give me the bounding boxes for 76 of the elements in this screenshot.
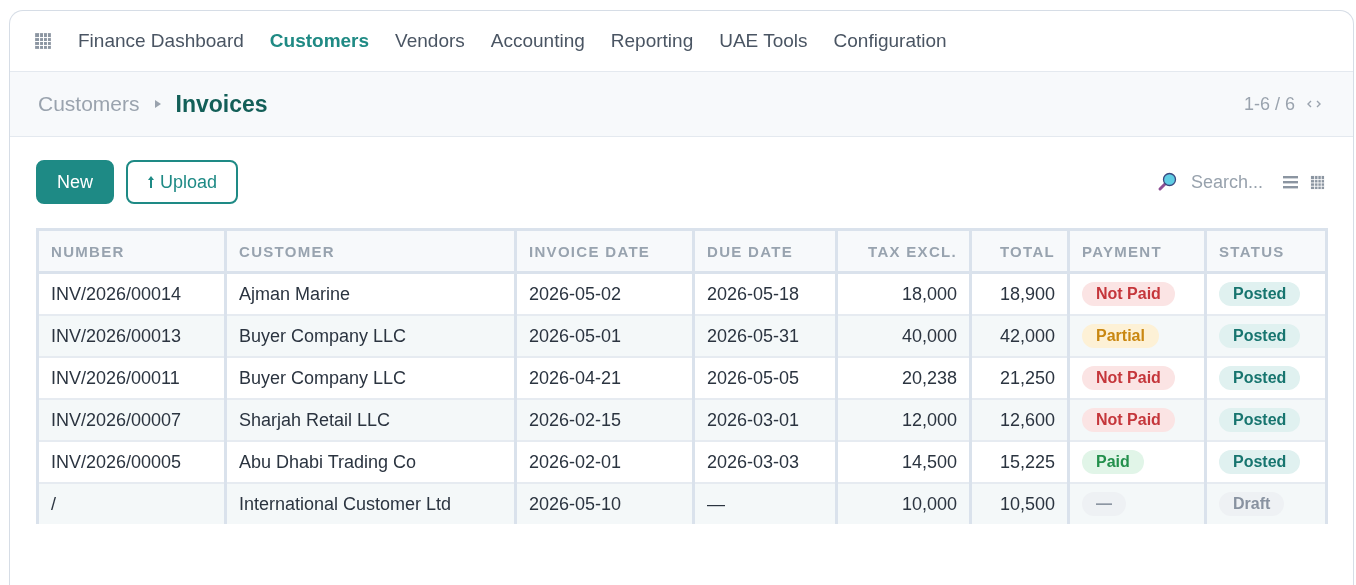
status-badge: Draft — [1219, 492, 1285, 516]
search-field[interactable]: Search... — [1189, 170, 1271, 194]
table-cell: INV/2026/00014 — [37, 272, 226, 315]
nav-tab[interactable]: Accounting — [490, 30, 585, 52]
payment-badge: Not Paid — [1082, 366, 1175, 390]
table-cell: INV/2026/00007 — [37, 399, 226, 441]
table-cell: 2026-02-01 — [515, 441, 694, 483]
table-cell: Ajman Marine — [225, 272, 516, 315]
table-cell: — — [693, 483, 837, 524]
status-badge: Posted — [1219, 282, 1301, 306]
table-cell: 14,500 — [836, 441, 971, 483]
table-cell: 2026-05-31 — [693, 315, 837, 357]
payment-badge: Partial — [1082, 324, 1159, 348]
pager-range: 1-6 / 6 — [1243, 93, 1295, 115]
next-button[interactable] — [1314, 99, 1323, 109]
table-cell: 10,000 — [836, 483, 971, 524]
table-cell: INV/2026/00013 — [37, 315, 226, 357]
table-cell: 2026-03-01 — [693, 399, 837, 441]
column-header[interactable]: DUE DATE — [693, 229, 837, 273]
table-cell: 2026-05-02 — [515, 272, 694, 315]
breadcrumb-link[interactable]: Customers — [38, 92, 140, 116]
column-header[interactable]: INVOICE DATE — [515, 229, 694, 273]
table-cell: 10,500 — [970, 483, 1069, 524]
table-cell: 2026-05-01 — [515, 315, 694, 357]
payment-badge: Not Paid — [1082, 282, 1175, 306]
arrow-up-icon — [147, 175, 155, 189]
table-cell: / — [37, 483, 226, 524]
table-cell: 2026-05-10 — [515, 483, 694, 524]
previous-button[interactable] — [1305, 99, 1314, 109]
table-cell: 12,000 — [836, 399, 971, 441]
table-cell: International Customer Ltd — [225, 483, 516, 524]
table-cell: 2026-02-15 — [515, 399, 694, 441]
grid-icon[interactable] — [34, 32, 52, 50]
table-cell: 21,250 — [970, 357, 1069, 399]
status-badge: Posted — [1219, 324, 1301, 348]
column-header[interactable]: CUSTOMER — [225, 229, 516, 273]
column-header[interactable]: PAYMENT — [1068, 229, 1206, 273]
table-cell: INV/2026/00011 — [37, 357, 226, 399]
table-cell: 12,600 — [970, 399, 1069, 441]
table-cell: Buyer Company LLC — [225, 357, 516, 399]
table-cell: 20,238 — [836, 357, 971, 399]
list-view-icon[interactable] — [1283, 175, 1298, 189]
nav-tab[interactable]: Finance Dashboard — [78, 30, 244, 52]
nav-tab[interactable]: Customers — [269, 30, 370, 52]
page-title: Invoices — [175, 90, 268, 118]
nav-tab[interactable]: Vendors — [395, 30, 465, 52]
table-cell: 40,000 — [836, 315, 971, 357]
chevron-right-icon — [1315, 99, 1322, 109]
grid-icon[interactable] — [1310, 174, 1325, 190]
payment-badge: Not Paid — [1082, 408, 1175, 432]
status-badge: Posted — [1219, 366, 1301, 390]
table-cell: Buyer Company LLC — [225, 315, 516, 357]
status-badge: Posted — [1219, 408, 1301, 432]
table-cell: Abu Dhabi Trading Co — [225, 441, 516, 483]
upload-button[interactable]: Upload — [126, 160, 239, 204]
table-cell: 2026-04-21 — [515, 357, 694, 399]
nav-tab[interactable]: Reporting — [610, 30, 694, 52]
table-cell: 15,225 — [970, 441, 1069, 483]
caret-icon — [153, 99, 162, 109]
search-icon — [1157, 172, 1177, 192]
status-badge: Posted — [1219, 450, 1301, 474]
table-cell: Sharjah Retail LLC — [225, 399, 516, 441]
payment-badge: — — [1082, 492, 1126, 516]
column-header[interactable]: TOTAL — [970, 229, 1069, 273]
nav-tab[interactable]: Configuration — [833, 30, 947, 52]
column-header[interactable]: STATUS — [1205, 229, 1327, 273]
nav-tab[interactable]: UAE Tools — [719, 30, 808, 52]
new-button[interactable]: New — [36, 160, 114, 204]
table-cell: 42,000 — [970, 315, 1069, 357]
column-header[interactable]: TAX EXCL. — [836, 229, 971, 273]
table-cell: INV/2026/00005 — [37, 441, 226, 483]
chevron-left-icon — [1306, 99, 1313, 109]
table-cell: 2026-05-05 — [693, 357, 837, 399]
column-header[interactable]: NUMBER — [37, 229, 226, 273]
table-cell: 2026-03-03 — [693, 441, 837, 483]
payment-badge: Paid — [1082, 450, 1144, 474]
